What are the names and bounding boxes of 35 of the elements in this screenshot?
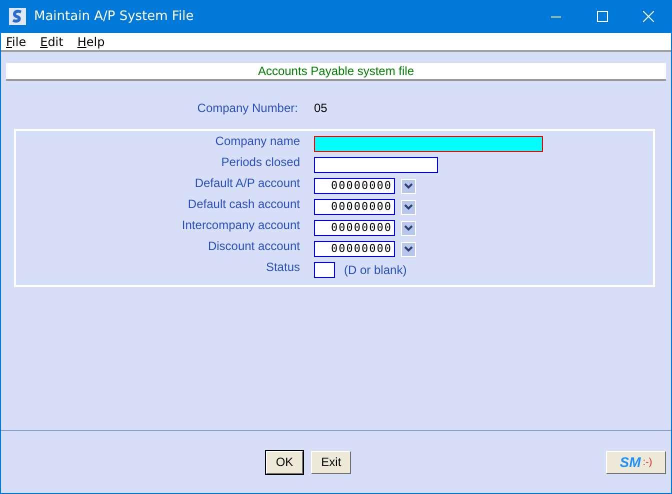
dialog-button[interactable]: Exit	[311, 450, 352, 474]
input-field[interactable]: 00000000	[314, 220, 395, 236]
field-label: Intercompany account	[180, 218, 300, 232]
chevron-down-icon	[404, 246, 413, 252]
dialog-button[interactable]: OK	[266, 450, 304, 474]
input-field[interactable]	[314, 136, 543, 152]
field-hint: (D or blank)	[344, 263, 407, 277]
field-label: Default A/P account	[194, 176, 300, 190]
input-field[interactable]: 00000000	[314, 178, 395, 194]
company-number-value: 05	[314, 101, 328, 115]
menu-item[interactable]: Edit	[40, 34, 64, 48]
window-title: Maintain A/P System File	[34, 9, 195, 24]
field-label: Default cash account	[186, 197, 300, 211]
dropdown-button[interactable]	[401, 242, 416, 256]
input-field[interactable]: 00000000	[314, 241, 395, 257]
dropdown-button[interactable]	[401, 178, 416, 194]
input-field[interactable]	[314, 262, 335, 278]
menu-item[interactable]: Help	[77, 34, 105, 48]
dropdown-button[interactable]	[401, 220, 416, 236]
app-icon	[9, 8, 26, 25]
form-header: Accounts Payable system file	[6, 63, 666, 81]
input-field[interactable]: 00000000	[314, 199, 395, 215]
close-icon	[642, 11, 654, 22]
field-label: Discount account	[206, 239, 300, 253]
chevron-down-icon	[404, 204, 413, 210]
input-field[interactable]	[314, 157, 438, 173]
chevron-down-icon	[404, 225, 413, 231]
chevron-down-icon	[404, 183, 413, 189]
field-label: Company Number:	[196, 101, 298, 115]
field-label: Status	[264, 260, 300, 274]
menu-item[interactable]: File	[6, 34, 26, 48]
maximize-icon	[596, 11, 608, 22]
field-label: Company name	[214, 134, 300, 148]
dropdown-button[interactable]	[401, 200, 416, 214]
field-label: Periods closed	[220, 155, 300, 169]
